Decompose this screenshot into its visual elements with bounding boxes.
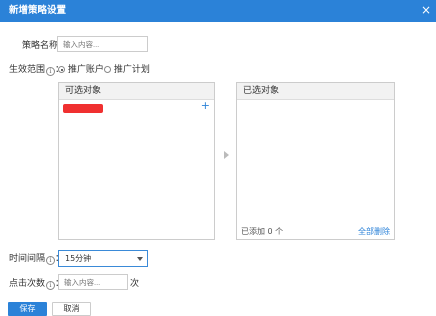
info-icon[interactable]: i <box>46 256 56 265</box>
add-icon[interactable]: + <box>201 100 210 112</box>
available-objects-panel: 可选对象 + <box>58 82 215 240</box>
selected-objects-panel: 已选对象 已添加 0 个 全部删除 <box>236 82 395 240</box>
redacted-list-item[interactable] <box>63 104 103 113</box>
radio-plan-icon[interactable] <box>104 66 111 73</box>
delete-all-link[interactable]: 全部删除 <box>358 227 390 237</box>
chevron-down-icon <box>137 257 143 261</box>
strategy-name-input[interactable] <box>57 36 148 52</box>
interval-label-row: 时间间隔i： <box>9 253 64 265</box>
info-icon[interactable]: i <box>46 281 56 290</box>
save-button[interactable]: 保存 <box>8 302 47 316</box>
clicks-label-row: 点击次数i： <box>9 278 64 290</box>
clicks-unit: 次 <box>130 279 140 289</box>
dialog-title-bar: 新增策略设置 × <box>0 0 436 22</box>
selected-objects-title: 已选对象 <box>237 83 394 100</box>
scope-label-row: 生效范围i： <box>9 64 64 76</box>
scope-option-plan-label: 推广计划 <box>113 65 150 75</box>
scope-option-plan[interactable]: 推广计划 <box>104 64 150 76</box>
cancel-button[interactable]: 取消 <box>52 302 91 316</box>
dialog-title: 新增策略设置 <box>9 5 67 16</box>
available-objects-title: 可选对象 <box>59 83 214 100</box>
clicks-input[interactable] <box>58 274 128 290</box>
scope-label: 生效范围 <box>9 65 46 75</box>
transfer-arrow-icon <box>224 151 229 159</box>
interval-select[interactable]: 15分钟 <box>58 250 148 267</box>
scope-option-account-label: 推广账户 <box>67 65 104 75</box>
interval-label: 时间间隔 <box>9 254 46 264</box>
scope-option-account[interactable]: 推广账户 <box>58 64 104 76</box>
radio-account-checked-icon[interactable] <box>58 66 65 73</box>
info-icon[interactable]: i <box>46 67 56 76</box>
close-icon[interactable]: × <box>420 3 432 17</box>
interval-select-value: 15分钟 <box>65 254 92 263</box>
added-count: 已添加 0 个 <box>241 227 284 236</box>
clicks-label: 点击次数 <box>9 279 46 289</box>
